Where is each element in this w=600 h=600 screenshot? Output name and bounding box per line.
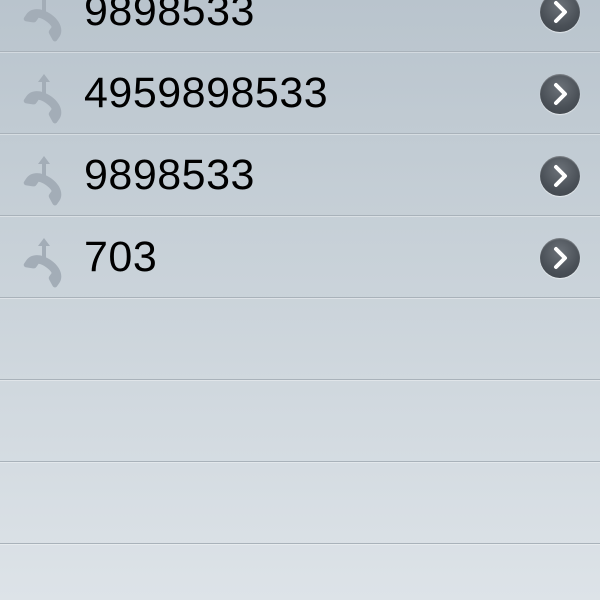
phone-number: 4959898533 <box>84 69 329 117</box>
outgoing-call-icon <box>18 154 70 206</box>
chevron-right-icon[interactable] <box>540 0 580 32</box>
recent-call-row[interactable]: 9898533 <box>0 134 600 216</box>
phone-number: 703 <box>84 233 158 281</box>
chevron-right-icon[interactable] <box>540 156 580 196</box>
chevron-right-icon[interactable] <box>540 74 580 114</box>
phone-number: 9898533 <box>84 151 255 199</box>
recent-call-row[interactable]: 9898533 <box>0 0 600 52</box>
phone-number: 9898533 <box>84 0 255 35</box>
empty-row <box>0 298 600 380</box>
recent-call-row[interactable]: 703 <box>0 216 600 298</box>
empty-row <box>0 462 600 544</box>
empty-row <box>0 380 600 462</box>
outgoing-call-icon <box>18 72 70 124</box>
recents-list: 9898533 4959898533 9898533 703 <box>0 0 600 544</box>
outgoing-call-icon <box>18 236 70 288</box>
outgoing-call-icon <box>18 0 70 42</box>
recent-call-row[interactable]: 4959898533 <box>0 52 600 134</box>
chevron-right-icon[interactable] <box>540 238 580 278</box>
